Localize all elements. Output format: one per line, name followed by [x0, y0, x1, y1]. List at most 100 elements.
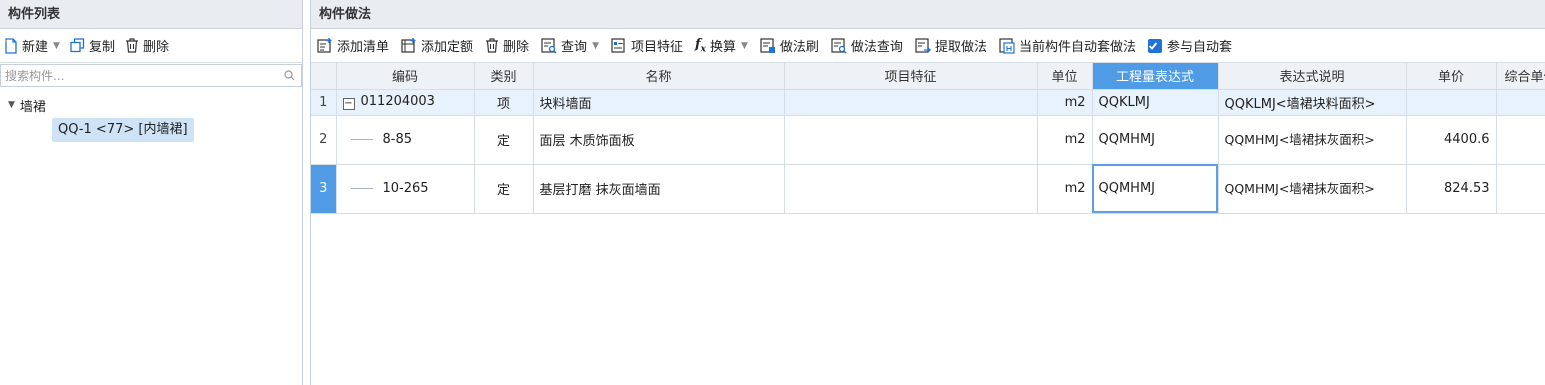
cell-unit[interactable]: m2	[1037, 164, 1093, 214]
cell-price[interactable]: 824.53	[1406, 164, 1497, 214]
component-tree: ▼ 墙裙 QQ-1 <77> [内墙裙]	[0, 87, 302, 142]
auto-apply-label: 当前构件自动套做法	[1018, 40, 1136, 55]
convert-button[interactable]: fx 换算 ▼	[695, 36, 748, 55]
chevron-down-icon[interactable]: ▼	[53, 41, 60, 51]
col-header-price[interactable]: 单价	[1406, 63, 1497, 90]
cell-composite-price[interactable]	[1496, 164, 1545, 214]
cell-price[interactable]: 4400.6	[1406, 115, 1497, 165]
checkbox-checked-icon[interactable]	[1147, 38, 1162, 53]
extract-method-label: 提取做法	[934, 40, 987, 55]
add-quota-label: 添加定额	[421, 40, 474, 55]
delete-row-button[interactable]: 删除	[485, 36, 529, 55]
component-list-panel: 构件列表 新建 ▼ 复制 删除 ▼ 墙裙 QQ-1 <77> [内墙裙]	[0, 0, 303, 385]
cell-expression[interactable]: QQKLMJ	[1092, 89, 1219, 116]
cell-name[interactable]: 块料墙面	[533, 89, 785, 116]
add-quota-button[interactable]: 添加定额	[401, 36, 473, 55]
cell-name[interactable]: 基层打磨 抹灰面墙面	[533, 164, 785, 214]
component-list-toolbar: 新建 ▼ 复制 删除	[0, 29, 302, 63]
tree-group-wainscot[interactable]: ▼ 墙裙	[0, 93, 302, 117]
add-list-button[interactable]: 添加清单	[317, 36, 389, 55]
query-icon	[541, 37, 557, 53]
component-method-title: 构件做法	[311, 0, 1545, 29]
cell-composite-price[interactable]	[1496, 115, 1545, 165]
cell-type[interactable]: 定	[474, 164, 534, 214]
table-row[interactable]: 3 10-265 定 基层打磨 抹灰面墙面 m2 QQMHMJ QQMHMJ<墙…	[311, 164, 1545, 214]
auto-apply-button[interactable]: 当前构件自动套做法	[999, 36, 1136, 55]
col-header-unit[interactable]: 单位	[1037, 63, 1093, 90]
delete-button[interactable]: 删除	[125, 36, 169, 55]
expand-arrow-icon[interactable]: ▼	[8, 100, 15, 110]
chevron-down-icon[interactable]: ▼	[592, 41, 599, 51]
item-feature-button[interactable]: 项目特征	[611, 36, 683, 55]
col-header-name[interactable]: 名称	[533, 63, 785, 90]
delete-button-label: 删除	[142, 40, 169, 55]
row-number-header	[311, 63, 337, 90]
query-button[interactable]: 查询 ▼	[541, 36, 599, 55]
item-feature-label: 项目特征	[630, 40, 683, 55]
new-file-icon	[5, 37, 17, 54]
extract-method-button[interactable]: 提取做法	[915, 36, 987, 55]
new-button-label: 新建	[22, 40, 49, 55]
cell-feature[interactable]	[784, 115, 1038, 165]
collapse-icon[interactable]: −	[342, 98, 355, 110]
method-toolbar: 添加清单 添加定额 删除 查询 ▼ 项目特征 fx 换算 ▼ 做法刷 做法查询 …	[311, 29, 1545, 63]
cell-code[interactable]: −011204003	[336, 89, 475, 116]
tree-group-label: 墙裙	[19, 99, 46, 115]
tree-item-qq-1[interactable]: QQ-1 <77> [内墙裙]	[52, 118, 194, 142]
method-query-label: 做法查询	[850, 40, 903, 55]
col-header-feature[interactable]: 项目特征	[784, 63, 1038, 90]
item-feature-icon	[611, 37, 625, 53]
add-list-icon	[317, 37, 332, 53]
cell-expression-desc[interactable]: QQMHMJ<墙裙抹灰面积>	[1218, 164, 1407, 214]
participate-auto-label: 参与自动套	[1166, 40, 1232, 55]
component-method-panel: 构件做法 添加清单 添加定额 删除 查询 ▼ 项目特征 fx 换算 ▼ 做法刷 …	[310, 0, 1545, 385]
code-text: 011204003	[360, 94, 435, 109]
query-label: 查询	[561, 40, 588, 55]
new-button[interactable]: 新建 ▼	[4, 36, 60, 55]
row-number[interactable]: 1	[311, 89, 337, 116]
col-header-code[interactable]: 编码	[336, 63, 475, 90]
method-brush-label: 做法刷	[779, 40, 819, 55]
delete-row-label: 删除	[503, 40, 530, 55]
cell-composite-price[interactable]	[1496, 89, 1545, 116]
component-list-title: 构件列表	[0, 0, 302, 29]
code-text: 10-265	[382, 181, 429, 196]
copy-button-label: 复制	[88, 40, 115, 55]
component-search-input[interactable]	[5, 68, 245, 83]
participate-auto-checkbox[interactable]: 参与自动套	[1147, 36, 1232, 55]
row-number[interactable]: 3	[311, 164, 337, 214]
extract-method-icon	[915, 37, 931, 53]
row-number[interactable]: 2	[311, 115, 337, 165]
search-icon[interactable]	[284, 70, 295, 81]
trash-icon	[125, 38, 138, 53]
method-table: 编码 类别 名称 项目特征 单位 工程量表达式 表达式说明 单价 综合单价 1 …	[311, 63, 1545, 214]
cell-code[interactable]: 10-265	[336, 164, 475, 214]
table-row[interactable]: 2 8-85 定 面层 木质饰面板 m2 QQMHMJ QQMHMJ<墙裙抹灰面…	[311, 115, 1545, 165]
cell-code[interactable]: 8-85	[336, 115, 475, 165]
col-header-type[interactable]: 类别	[474, 63, 534, 90]
chevron-down-icon[interactable]: ▼	[741, 41, 748, 51]
method-query-button[interactable]: 做法查询	[831, 36, 903, 55]
table-row[interactable]: 1 −011204003 项 块料墙面 m2 QQKLMJ QQKLMJ<墙裙块…	[311, 89, 1545, 116]
cell-feature[interactable]	[784, 164, 1038, 214]
cell-unit[interactable]: m2	[1037, 115, 1093, 165]
col-header-composite-price[interactable]: 综合单价	[1496, 63, 1545, 90]
cell-unit[interactable]: m2	[1037, 89, 1093, 116]
cell-type[interactable]: 定	[474, 115, 534, 165]
cell-price[interactable]	[1406, 89, 1497, 116]
col-header-expression[interactable]: 工程量表达式	[1092, 63, 1219, 90]
cell-name[interactable]: 面层 木质饰面板	[533, 115, 785, 165]
code-text: 8-85	[382, 132, 413, 147]
cell-expression-desc[interactable]: QQMHMJ<墙裙抹灰面积>	[1218, 115, 1407, 165]
method-brush-button[interactable]: 做法刷	[760, 36, 819, 55]
cell-feature[interactable]	[784, 89, 1038, 116]
col-header-expression-desc[interactable]: 表达式说明	[1218, 63, 1407, 90]
tree-connector	[350, 188, 373, 189]
tree-connector	[350, 139, 373, 140]
cell-expression[interactable]: QQMHMJ	[1092, 115, 1219, 165]
component-search-box[interactable]	[0, 64, 302, 87]
copy-button[interactable]: 复制	[70, 36, 115, 55]
cell-type[interactable]: 项	[474, 89, 534, 116]
cell-expression-desc[interactable]: QQKLMJ<墙裙块料面积>	[1218, 89, 1407, 116]
cell-expression[interactable]: QQMHMJ	[1092, 164, 1219, 214]
